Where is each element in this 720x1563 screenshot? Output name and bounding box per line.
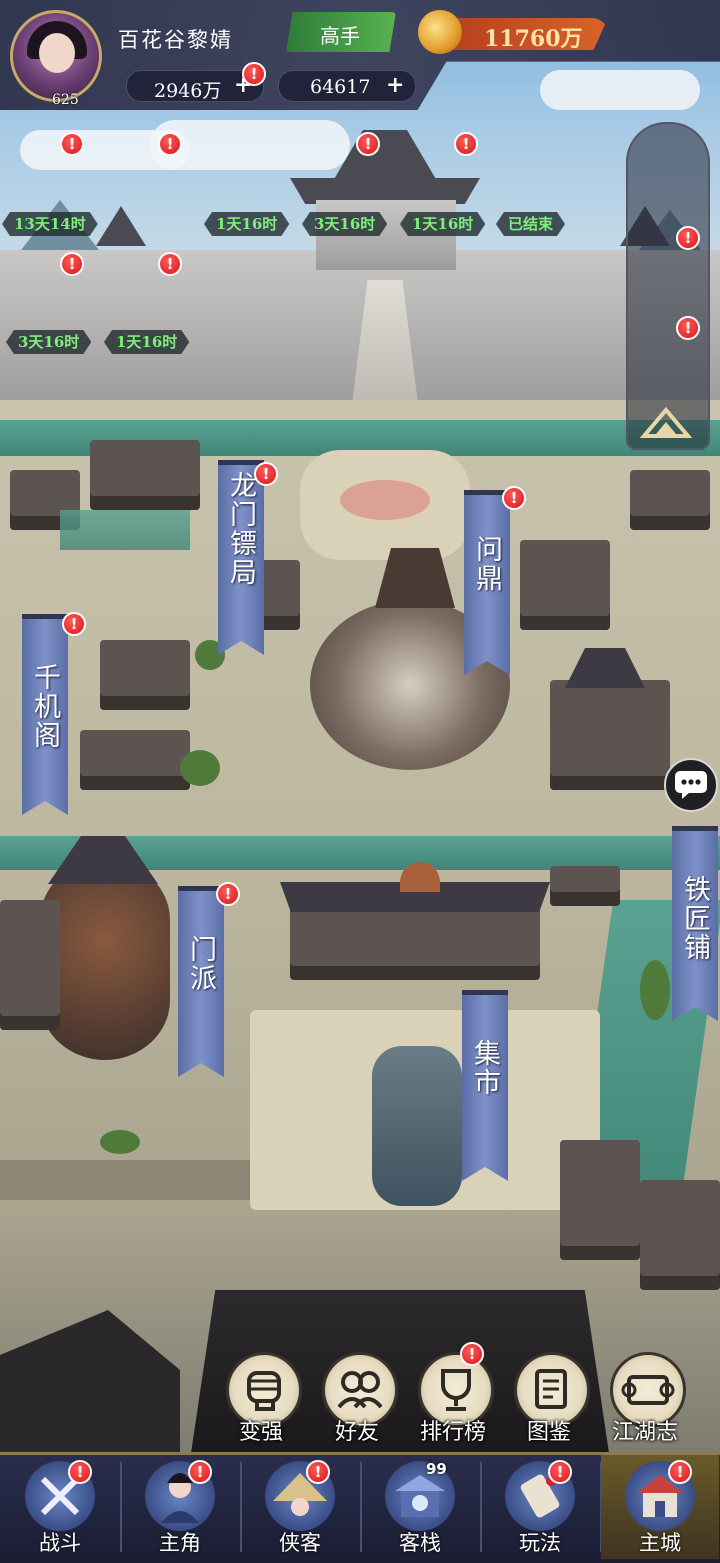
nav-label-main-city: 主城 bbox=[639, 1531, 681, 1555]
event-alert-badge: ! bbox=[60, 252, 84, 276]
friends-label: 好友 bbox=[334, 1420, 379, 1445]
pond bbox=[60, 510, 190, 550]
building-banner-qianji[interactable]: 千机阁 bbox=[22, 614, 68, 815]
side-panel-alert-badge: ! bbox=[676, 316, 700, 340]
resource-1-value: 2946万 bbox=[154, 80, 222, 102]
player-name: 百花谷黎婧 bbox=[118, 28, 233, 52]
event-timer[interactable]: 1天16时 bbox=[104, 330, 189, 354]
plaza-emblem bbox=[340, 480, 430, 520]
nav-gameplay-alert-badge: ! bbox=[548, 1460, 572, 1484]
rank-label: 高手 bbox=[320, 24, 360, 48]
nav-label-battle: 战斗 bbox=[39, 1531, 81, 1555]
house bbox=[90, 440, 200, 510]
event-timer[interactable]: 1天16时 bbox=[400, 212, 485, 236]
side-panel-alert-badge: ! bbox=[676, 226, 700, 250]
player-avatar[interactable] bbox=[10, 10, 102, 102]
nav-tab-gameplay[interactable]: 玩法 bbox=[481, 1455, 599, 1559]
nav-tab-hero[interactable]: 主角 bbox=[121, 1455, 239, 1559]
tree bbox=[640, 960, 670, 1020]
nav-tab-main-city[interactable]: 主城 bbox=[601, 1455, 719, 1559]
market-stall bbox=[372, 1046, 462, 1206]
event-alert-badge: ! bbox=[60, 132, 84, 156]
gold-ingot-icon bbox=[418, 10, 462, 54]
strengthen-label: 变强 bbox=[238, 1420, 283, 1445]
resource-2-add-button[interactable]: + bbox=[386, 72, 404, 98]
chat-button[interactable] bbox=[664, 758, 718, 812]
building-banner-tiejiang[interactable]: 铁匠铺 bbox=[672, 826, 718, 1021]
nav-battle-alert-badge: ! bbox=[68, 1460, 92, 1484]
tree bbox=[100, 1130, 140, 1154]
event-alert-badge: ! bbox=[158, 252, 182, 276]
pagoda bbox=[550, 680, 670, 790]
leaderboard-alert-badge: ! bbox=[460, 1342, 484, 1366]
building-banner-menpai[interactable]: 门派 bbox=[178, 886, 224, 1077]
event-timer[interactable]: 13天14时 bbox=[2, 212, 98, 236]
nav-tab-battle[interactable]: 战斗 bbox=[1, 1455, 119, 1559]
house bbox=[560, 1140, 640, 1260]
market-gate bbox=[290, 900, 540, 980]
jianghu-chronicle-label: 江湖志 bbox=[611, 1420, 678, 1445]
event-alert-badge: ! bbox=[454, 132, 478, 156]
house bbox=[100, 640, 190, 710]
gold-value: 11760万 bbox=[484, 26, 583, 52]
event-timer[interactable]: 3天16时 bbox=[6, 330, 91, 354]
building-label-menpai: 门派 bbox=[185, 935, 216, 993]
building-banner-jishi[interactable]: 集市 bbox=[462, 990, 508, 1181]
wending-alert-badge: ! bbox=[502, 486, 526, 510]
nav-label-hero: 主角 bbox=[159, 1531, 201, 1555]
house bbox=[80, 730, 190, 790]
qianji-alert-badge: ! bbox=[62, 612, 86, 636]
leaderboard-label: 排行榜 bbox=[419, 1420, 486, 1445]
nav-label-swordsmen: 侠客 bbox=[279, 1531, 321, 1555]
chat-bubble-icon bbox=[675, 771, 707, 799]
house bbox=[520, 540, 610, 630]
event-timer[interactable]: 1天16时 bbox=[204, 212, 289, 236]
nav-tab-swordsmen[interactable]: 侠客 bbox=[241, 1455, 359, 1559]
nav-tab-inn[interactable]: 客栈 bbox=[361, 1455, 479, 1559]
building-label-qianji: 千机阁 bbox=[29, 663, 60, 750]
menpai-alert-badge: ! bbox=[216, 882, 240, 906]
event-alert-badge: ! bbox=[356, 132, 380, 156]
resource-2-value: 64617 bbox=[310, 76, 371, 98]
tree bbox=[180, 750, 220, 786]
building-label-tiejiang: 铁匠铺 bbox=[679, 875, 710, 962]
codex-label: 图鉴 bbox=[526, 1420, 571, 1445]
house bbox=[0, 900, 60, 1030]
event-alert-badge: ! bbox=[158, 132, 182, 156]
wall bbox=[0, 1160, 250, 1200]
building-label-jishi: 集市 bbox=[469, 1039, 500, 1097]
side-activity-panel[interactable] bbox=[626, 122, 710, 450]
resource-1-alert-badge: ! bbox=[242, 62, 266, 86]
nav-swordsmen-alert-badge: ! bbox=[306, 1460, 330, 1484]
building-label-longmen: 龙门镖局 bbox=[225, 471, 256, 587]
building-label-wending: 问鼎 bbox=[471, 535, 502, 593]
nav-main-city-alert-badge: ! bbox=[668, 1460, 692, 1484]
player-level: 625 bbox=[52, 92, 79, 108]
bridge-gate bbox=[550, 866, 620, 906]
house bbox=[630, 470, 710, 530]
inn-count-badge: 99 bbox=[426, 1460, 447, 1478]
nav-hero-alert-badge: ! bbox=[188, 1460, 212, 1484]
cloud bbox=[540, 70, 700, 110]
event-timer[interactable]: 3天16时 bbox=[302, 212, 387, 236]
house bbox=[640, 1180, 720, 1290]
longmen-alert-badge: ! bbox=[254, 462, 278, 486]
nav-label-inn: 客栈 bbox=[399, 1531, 441, 1555]
event-timer[interactable]: 已结束 bbox=[496, 212, 565, 236]
building-banner-wending[interactable]: 问鼎 bbox=[464, 490, 510, 675]
nav-label-gameplay: 玩法 bbox=[519, 1531, 561, 1555]
avatar-face bbox=[39, 33, 75, 73]
collapse-up-icon[interactable] bbox=[640, 404, 692, 444]
building-banner-longmen[interactable]: 龙门镖局 bbox=[218, 460, 264, 655]
